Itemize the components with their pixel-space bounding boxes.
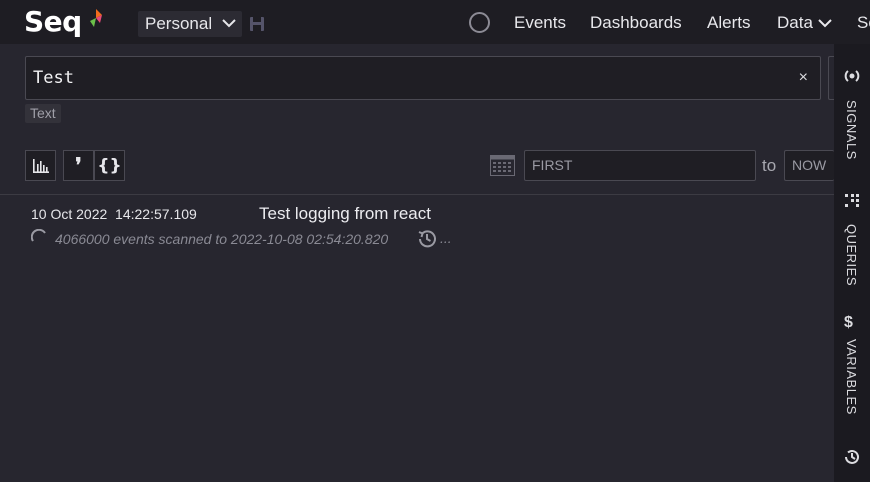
save-icon[interactable]	[250, 17, 264, 31]
event-message[interactable]: Test logging from react	[259, 204, 431, 224]
nav-events[interactable]: Events	[514, 13, 566, 33]
right-sidebar: SIGNALS QUERIES $ VARIABLES	[834, 44, 870, 482]
scan-status-text: 4066000 events scanned to 2022-10-08 02:…	[55, 231, 389, 247]
logo-flame-icon	[90, 9, 102, 27]
sidebar-item-history[interactable]	[834, 444, 870, 482]
workspace-selector[interactable]: Personal	[138, 11, 242, 37]
event-timestamp: 10 Oct 2022 14:22:57.109	[31, 206, 197, 222]
history-icon	[845, 449, 859, 464]
json-button[interactable]: {}	[94, 150, 125, 181]
more-ellipsis[interactable]: ...	[440, 230, 452, 246]
to-label: to	[762, 156, 777, 175]
sidebar-item-variables[interactable]: $ VARIABLES	[834, 314, 870, 424]
chevron-down-icon	[222, 19, 236, 28]
nav-dashboards[interactable]: Dashboards	[590, 13, 682, 33]
top-bar: Seq Personal Events Dashboards Alerts Da…	[0, 0, 870, 44]
sidebar-label-queries: QUERIES	[844, 224, 859, 287]
toolbar-divider	[0, 194, 834, 195]
json-icon: {}	[97, 155, 122, 176]
calendar-icon[interactable]	[490, 155, 515, 176]
history-icon[interactable]	[416, 228, 438, 250]
sidebar-label-variables: VARIABLES	[844, 339, 859, 415]
workspace-label: Personal	[145, 14, 213, 33]
nav-alerts[interactable]: Alerts	[707, 13, 750, 33]
spinner-icon	[31, 229, 46, 242]
nav-data[interactable]: Data	[777, 13, 813, 33]
search-query[interactable]: Test	[33, 68, 74, 88]
seq-logo[interactable]: Seq	[24, 5, 82, 38]
signals-icon	[844, 70, 860, 82]
date-from-input[interactable]: FIRST	[524, 150, 756, 181]
nav-settings[interactable]: Se	[857, 13, 870, 33]
chart-button[interactable]	[25, 150, 56, 181]
bar-chart-icon	[32, 158, 49, 173]
queries-icon	[845, 194, 859, 207]
theme-toggle-icon[interactable]	[469, 12, 490, 33]
quote-button[interactable]: ❜	[63, 150, 94, 181]
search-input[interactable]: Test ×	[25, 56, 821, 100]
variables-icon: $	[844, 314, 853, 331]
chevron-down-icon	[818, 19, 832, 28]
clear-icon[interactable]: ×	[799, 69, 808, 87]
sidebar-item-queries[interactable]: QUERIES	[834, 188, 870, 298]
sidebar-label-signals: SIGNALS	[844, 100, 859, 160]
date-to-input[interactable]: NOW	[784, 150, 834, 181]
filter-mode-chip[interactable]: Text	[25, 104, 61, 123]
quote-icon: ❜	[75, 155, 82, 177]
sidebar-item-signals[interactable]: SIGNALS	[834, 62, 870, 172]
